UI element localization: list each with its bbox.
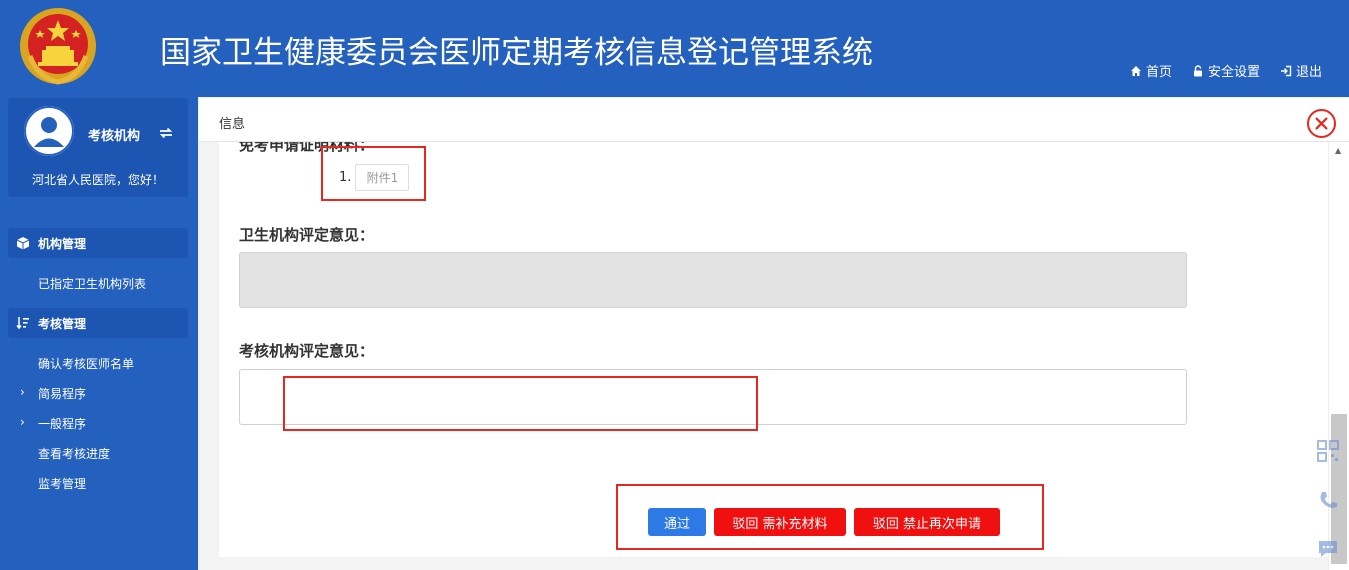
- lock-icon: [1193, 64, 1202, 76]
- user-card: 考核机构 河北省人民医院，您好！: [8, 98, 188, 197]
- attachment-row: 1. 附件1: [339, 164, 410, 191]
- reject-supplement-button[interactable]: 驳回 需补充材料: [714, 508, 846, 536]
- menu-group-institution[interactable]: 机构管理: [8, 228, 188, 258]
- home-link[interactable]: 首页: [1130, 61, 1172, 80]
- chevron-right-icon: ›: [20, 385, 25, 399]
- sort-icon: [16, 317, 29, 330]
- logout-link[interactable]: 退出: [1280, 61, 1322, 80]
- chat-icon[interactable]: [1317, 538, 1339, 560]
- user-greeting: 河北省人民医院，您好！: [31, 173, 164, 187]
- user-role: 考核机构: [88, 129, 141, 144]
- exam-opinion-field[interactable]: [239, 369, 1187, 425]
- sidebar-item-invigilation[interactable]: 监考管理: [38, 475, 86, 492]
- home-icon: [1130, 65, 1141, 76]
- exempt-material-label: 免考申请证明材料：: [239, 142, 375, 154]
- menu-group-label: 考核管理: [38, 316, 87, 331]
- home-link-label: 首页: [1145, 65, 1172, 80]
- menu-group-assessment[interactable]: 考核管理: [8, 308, 188, 338]
- security-settings-link[interactable]: 安全设置: [1192, 61, 1260, 80]
- chevron-right-icon: ›: [20, 415, 25, 429]
- sidebar-item-confirm-doctors[interactable]: 确认考核医师名单: [38, 355, 134, 372]
- sidebar-item-designated-institutions[interactable]: 已指定卫生机构列表: [38, 275, 146, 292]
- system-title: 国家卫生健康委员会医师定期考核信息登记管理系统: [160, 35, 873, 71]
- qr-code-icon[interactable]: [1317, 440, 1339, 462]
- phone-icon[interactable]: [1317, 490, 1339, 512]
- health-opinion-field: [239, 252, 1187, 308]
- form-content: 免考申请证明材料： 1. 附件1 卫生机构评定意见： 考核机构评定意见： 通过 …: [219, 142, 1329, 557]
- sidebar: 考核机构 河北省人民医院，您好！ 机构管理 已指定卫生机构列表 考核管理 确认考…: [0, 97, 198, 570]
- reject-forbid-button[interactable]: 驳回 禁止再次申请: [854, 508, 1000, 536]
- security-settings-label: 安全设置: [1207, 65, 1260, 80]
- app-header: 国家卫生健康委员会医师定期考核信息登记管理系统 首页 安全设置 退出: [0, 0, 1349, 97]
- tab-bar: 信息: [199, 98, 1349, 142]
- switch-role-icon[interactable]: [158, 126, 174, 140]
- attachment-index: 1.: [339, 170, 352, 185]
- logout-icon: [1280, 65, 1292, 76]
- top-nav: 首页 安全设置 退出: [1130, 61, 1322, 80]
- menu-group-label: 机构管理: [38, 236, 87, 251]
- national-emblem-logo: [20, 8, 96, 85]
- user-avatar-icon: [24, 106, 74, 156]
- cube-icon: [16, 237, 30, 250]
- attachment-link[interactable]: 附件1: [355, 164, 410, 191]
- sidebar-item-general-procedure[interactable]: 一般程序: [38, 415, 86, 432]
- health-opinion-label: 卫生机构评定意见：: [239, 226, 375, 244]
- sidebar-item-progress[interactable]: 查看考核进度: [38, 445, 110, 462]
- avatar: [24, 106, 74, 156]
- exam-opinion-label: 考核机构评定意见：: [239, 342, 375, 360]
- main-panel: 信息 免考申请证明材料： 1. 附件1 卫生机构评定意见： 考核机构评定意见： …: [199, 98, 1349, 570]
- scroll-up-arrow-icon[interactable]: ▲: [1335, 146, 1341, 155]
- logout-label: 退出: [1295, 65, 1322, 80]
- sidebar-item-simple-procedure[interactable]: 简易程序: [38, 385, 86, 402]
- approve-button[interactable]: 通过: [648, 508, 706, 536]
- tab-info[interactable]: 信息: [219, 113, 245, 132]
- close-icon[interactable]: [1306, 108, 1337, 139]
